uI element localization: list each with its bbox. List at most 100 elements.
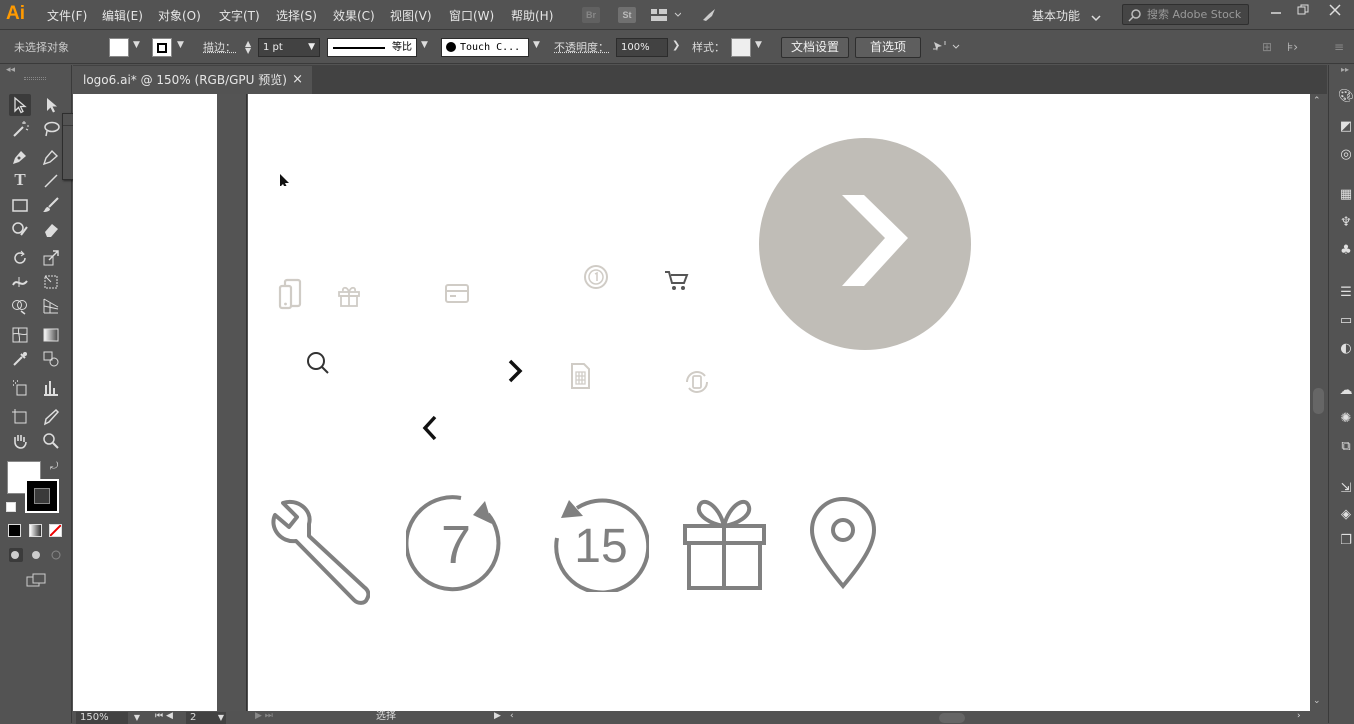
collapse-panel-icon[interactable]: ◂◂ [6, 65, 15, 75]
rotate-tool-icon[interactable] [9, 247, 31, 269]
scroll-left-icon[interactable]: ‹ [510, 711, 514, 721]
paintbrush-tool-icon[interactable] [40, 194, 62, 216]
scroll-thumb[interactable] [1313, 388, 1324, 414]
stock-search-input[interactable]: 搜索 Adobe Stock [1122, 4, 1249, 25]
scroll-down-icon[interactable]: ⌄ [1313, 696, 1321, 706]
transparency-icon[interactable]: ◐ [1338, 341, 1354, 357]
menu-icon[interactable]: ≡ [1334, 40, 1344, 54]
zoom-tool-icon[interactable] [40, 430, 62, 452]
status-menu-icon[interactable]: ▶ [494, 711, 501, 721]
draw-inside-icon[interactable] [49, 548, 63, 562]
align-select-icon[interactable] [931, 39, 961, 58]
menu-file[interactable]: 文件(F) [47, 7, 87, 24]
symbols-icon[interactable]: ♣ [1338, 243, 1354, 259]
pen-tool-icon[interactable] [9, 146, 31, 168]
chevron-down-icon[interactable] [1091, 11, 1101, 25]
bridge-icon[interactable]: Br [582, 7, 600, 23]
gradient-panel-icon[interactable]: ▭ [1338, 313, 1354, 329]
selection-tool-icon[interactable] [9, 94, 31, 116]
perspective-grid-tool-icon[interactable] [40, 295, 62, 317]
chevron-right-icon[interactable]: ❯ [672, 40, 680, 51]
document-setup-button[interactable]: 文档设置 [781, 37, 849, 58]
chevron-down-icon[interactable]: ▼ [133, 40, 140, 50]
scroll-right-icon[interactable]: › [1297, 711, 1301, 721]
stock-icon[interactable]: St [618, 7, 636, 23]
next-artboard-icon[interactable]: ▶ ⏭ [255, 711, 273, 721]
lasso-tool-icon[interactable] [40, 118, 62, 140]
document-tab[interactable]: logo6.ai* @ 150% (RGB/GPU 预览) × [73, 66, 312, 94]
chevron-down-icon[interactable]: ▼ [177, 40, 184, 50]
artboards-icon[interactable]: ⧉ [1338, 439, 1354, 455]
gradient-tool-icon[interactable] [40, 324, 62, 346]
menu-effect[interactable]: 效果(C) [333, 7, 375, 24]
width-tool-icon[interactable] [9, 271, 31, 293]
chevron-down-icon[interactable]: ▼ [421, 40, 428, 50]
default-fill-stroke-icon[interactable] [6, 502, 16, 512]
scroll-up-icon[interactable]: ⌃ [1313, 96, 1321, 106]
shape-builder-tool-icon[interactable] [9, 295, 31, 317]
swatches-icon[interactable]: ▦ [1338, 187, 1354, 203]
artboard-tool-icon[interactable] [9, 406, 31, 428]
chevron-down-icon[interactable]: ▼ [755, 40, 762, 50]
arrange-documents-icon[interactable] [651, 8, 681, 25]
preferences-button[interactable]: 首选项 [855, 37, 921, 58]
align-icon[interactable]: ⊧› [1287, 40, 1298, 54]
asset-export-icon[interactable]: ✺ [1338, 411, 1354, 427]
links-icon[interactable]: ❐ [1338, 533, 1354, 549]
zoom-field[interactable]: 150% ▼ [76, 712, 128, 724]
menu-select[interactable]: 选择(S) [276, 7, 317, 24]
layers-icon[interactable]: ◈ [1338, 507, 1354, 523]
magic-wand-tool-icon[interactable] [9, 118, 31, 140]
artboard-1[interactable] [73, 94, 217, 711]
gpu-performance-icon[interactable] [700, 6, 718, 27]
close-tab-icon[interactable]: × [292, 66, 303, 94]
menu-window[interactable]: 窗口(W) [449, 7, 494, 24]
color-panel-icon[interactable]: 🎨︎ [1338, 89, 1354, 105]
stroke-weight-stepper[interactable]: ▲ ▼ [245, 40, 251, 54]
stroke-weight-field[interactable]: 1 pt ▼ [258, 38, 320, 57]
hand-tool-icon[interactable] [9, 430, 31, 452]
canvas[interactable]: 7 15 [73, 94, 1310, 711]
vertical-scrollbar[interactable]: ⌃ ⌄ [1310, 94, 1327, 711]
opacity-label[interactable]: 不透明度： [554, 39, 609, 55]
stroke-swatch[interactable] [25, 479, 59, 513]
free-transform-tool-icon[interactable] [40, 271, 62, 293]
draw-normal-icon[interactable] [9, 548, 23, 562]
mesh-tool-icon[interactable] [9, 324, 31, 346]
direct-selection-tool-icon[interactable] [40, 94, 62, 116]
menu-view[interactable]: 视图(V) [390, 7, 432, 24]
minimize-button[interactable] [1265, 4, 1287, 20]
export-icon[interactable]: ⇲ [1338, 481, 1354, 497]
color-mode-icon[interactable] [8, 524, 21, 537]
close-window-button[interactable] [1324, 4, 1346, 20]
color-guide-icon[interactable]: ◩ [1338, 119, 1354, 135]
graphic-style-swatch[interactable] [731, 38, 751, 57]
chevron-down-icon[interactable]: ▼ [533, 40, 540, 50]
appearance-icon[interactable]: ◎ [1338, 147, 1354, 163]
artboard-number-field[interactable]: 2 ▼ [186, 712, 226, 724]
symbol-sprayer-tool-icon[interactable] [9, 377, 31, 399]
screen-mode-icon[interactable] [25, 572, 47, 588]
opacity-field[interactable]: 100% [616, 38, 668, 57]
artboard-2[interactable]: 7 15 [248, 94, 1310, 711]
swap-fill-stroke-icon[interactable]: ⤾ [50, 461, 58, 472]
transform-icon[interactable]: ⊞ [1262, 40, 1272, 54]
menu-help[interactable]: 帮助(H) [511, 7, 553, 24]
stroke-label[interactable]: 描边： [203, 39, 236, 55]
expand-panels-icon[interactable]: ▸▸ [1341, 65, 1349, 74]
scale-tool-icon[interactable] [40, 247, 62, 269]
blend-tool-icon[interactable] [40, 348, 62, 370]
curvature-tool-icon[interactable] [40, 146, 62, 168]
panel-grip[interactable] [24, 77, 46, 80]
first-artboard-icon[interactable]: ⏮ ◀ [155, 711, 173, 721]
shaper-tool-icon[interactable] [9, 218, 31, 240]
menu-object[interactable]: 对象(O) [158, 7, 201, 24]
type-tool-icon[interactable]: T [9, 170, 31, 192]
brush-definition-select[interactable]: Touch C... [441, 38, 529, 57]
brushes-icon[interactable]: ♆ [1338, 215, 1354, 231]
gradient-mode-icon[interactable] [29, 524, 42, 537]
eyedropper-tool-icon[interactable] [9, 348, 31, 370]
none-mode-icon[interactable] [49, 524, 62, 537]
horizontal-scroll-thumb[interactable] [939, 713, 965, 723]
line-segment-tool-icon[interactable] [40, 170, 62, 192]
